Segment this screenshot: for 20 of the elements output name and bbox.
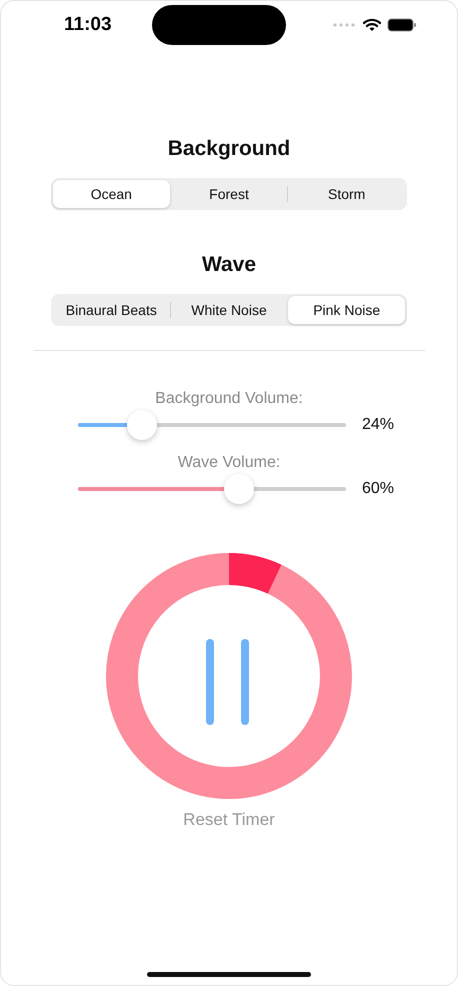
section-title: Background <box>168 137 290 161</box>
segment-tab[interactable]: Pink Noise <box>288 296 406 324</box>
signal-icon <box>332 23 357 27</box>
segment-tab[interactable]: White Noise <box>170 296 288 324</box>
pause-icon[interactable] <box>206 639 249 725</box>
timer-ring[interactable] <box>106 553 352 799</box>
segment-tab[interactable]: Forest <box>170 180 288 208</box>
volume-value: 24% <box>362 416 396 434</box>
segment-tab[interactable]: Ocean <box>53 180 170 208</box>
slider-thumb[interactable] <box>224 474 254 504</box>
slider-thumb[interactable] <box>127 410 158 440</box>
slider-label: Wave Volume: <box>178 453 280 473</box>
slider-label: Background Volume: <box>155 389 303 409</box>
segment-tab[interactable]: Binaural Beats <box>53 296 170 324</box>
section-title: Wave <box>202 253 256 277</box>
status-time: 11:03 <box>64 14 112 36</box>
volume-value: 60% <box>362 480 396 498</box>
battery-icon <box>386 18 417 32</box>
wifi-icon <box>362 18 381 32</box>
segment-tab[interactable]: Storm <box>288 180 406 208</box>
